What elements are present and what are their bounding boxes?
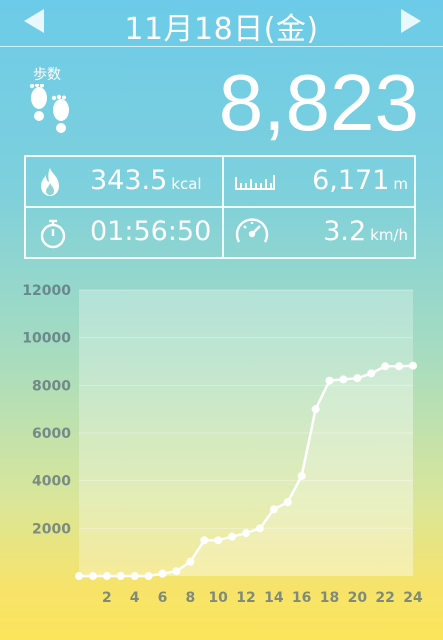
y-tick-label: 10000 <box>22 331 71 347</box>
footprints-icon <box>29 84 69 133</box>
distance-cell: 6,171 m <box>224 157 418 207</box>
data-point <box>158 569 167 578</box>
data-point <box>311 405 320 414</box>
x-tick-label: 12 <box>236 590 255 606</box>
x-tick-label: 18 <box>320 590 339 606</box>
data-point <box>172 567 181 576</box>
x-tick-label: 24 <box>403 590 423 606</box>
calories-cell: 343.5 kcal <box>26 157 222 207</box>
speed-unit: km/h <box>370 226 408 244</box>
calories-value: 343.5 <box>90 165 168 196</box>
data-point <box>130 572 139 580</box>
data-point <box>102 572 111 580</box>
data-point <box>228 532 237 541</box>
data-point <box>200 536 209 545</box>
y-tick-label: 4000 <box>32 474 71 490</box>
y-tick-label: 2000 <box>32 521 71 537</box>
data-point <box>255 524 264 533</box>
speed-cell: 3.2 km/h <box>224 208 418 258</box>
x-tick-label: 2 <box>102 590 112 606</box>
x-tick-label: 16 <box>292 590 311 606</box>
time-value: 01:56:50 <box>90 216 212 247</box>
triangle-right-icon[interactable] <box>401 9 421 33</box>
speed-value: 3.2 <box>323 216 367 247</box>
date-title: 11月18日(金) <box>124 12 319 47</box>
date-header: 11月18日(金) <box>0 0 443 47</box>
data-point <box>339 375 348 384</box>
data-point <box>144 572 153 580</box>
time-cell: 01:56:50 <box>26 208 222 258</box>
data-point <box>353 374 362 383</box>
data-point <box>242 529 250 538</box>
speedometer-icon <box>235 218 269 243</box>
distance-unit: m <box>393 175 408 193</box>
y-tick-label: 12000 <box>22 283 71 299</box>
data-point <box>381 362 390 371</box>
distance-value: 6,171 <box>312 165 390 196</box>
x-tick-label: 14 <box>264 590 284 606</box>
data-point <box>186 557 195 566</box>
data-point <box>88 572 97 580</box>
steps-value: 8,823 <box>218 58 419 147</box>
x-tick-label: 4 <box>130 590 140 606</box>
data-point <box>325 376 334 385</box>
steps-chart: 200040006000800010000120002 4 6 8 10 12 14 16 18… <box>22 283 423 606</box>
y-tick-label: 6000 <box>32 426 71 442</box>
data-point <box>395 362 404 371</box>
data-point <box>297 471 306 480</box>
ruler-icon <box>235 175 275 190</box>
x-tick-label: 20 <box>348 590 368 606</box>
stats-panel: 343.5 kcal 6,171 m 01:56:50 3.2 km/h <box>24 155 416 259</box>
data-point <box>75 572 83 580</box>
data-point <box>283 498 292 507</box>
flame-icon <box>41 168 59 196</box>
data-point <box>214 536 223 545</box>
data-point <box>269 505 278 514</box>
steps-label: 歩数 <box>33 67 61 83</box>
x-tick-label: 6 <box>158 590 168 606</box>
data-point <box>409 361 417 370</box>
x-tick-label: 22 <box>375 590 394 606</box>
data-point <box>116 572 125 580</box>
x-tick-label: 8 <box>185 590 195 606</box>
y-tick-label: 8000 <box>32 378 71 394</box>
calories-unit: kcal <box>171 175 202 193</box>
x-tick-label: 10 <box>208 590 228 606</box>
stopwatch-icon <box>40 219 66 249</box>
data-point <box>367 369 376 378</box>
